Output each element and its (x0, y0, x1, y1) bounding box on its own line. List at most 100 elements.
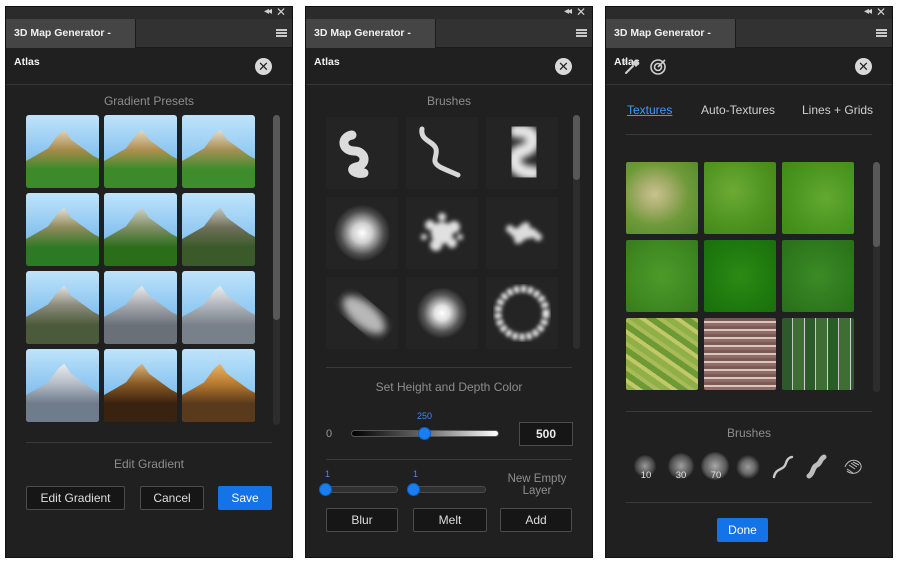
brush-size-30-label: 30 (675, 470, 687, 481)
divider (626, 502, 872, 503)
eyedropper-icon[interactable]: E (623, 58, 641, 76)
texture-city[interactable] (704, 318, 776, 390)
scrollbar[interactable] (273, 115, 280, 425)
brush-curve-thick[interactable] (804, 453, 830, 481)
brush-texture[interactable] (839, 453, 867, 481)
tab-bar: 3D Map Generator - Atlas (606, 19, 892, 68)
close-icon[interactable]: ✕ (555, 58, 572, 75)
tab-atlas[interactable]: 3D Map Generator - Atlas (306, 19, 436, 68)
divider (626, 411, 872, 412)
textures-panel: ◂◂ ✕ 3D Map Generator - Atlas E ✕ Textur… (605, 5, 893, 558)
collapse-icon[interactable]: ◂◂ (864, 6, 872, 17)
texture-grass-dry[interactable] (626, 162, 698, 234)
target-icon[interactable] (649, 58, 667, 76)
scrollbar[interactable] (573, 115, 580, 349)
scrollbar[interactable] (873, 162, 880, 392)
gradient-preset-7[interactable] (26, 271, 99, 344)
panel-topbar: ◂◂ ✕ (6, 5, 292, 19)
gradient-preset-4[interactable] (26, 193, 99, 266)
max-value-input[interactable]: 500 (519, 422, 573, 446)
brush-soft-round[interactable] (326, 197, 398, 269)
diagonal-spray-icon (342, 295, 386, 335)
star-soft-icon (416, 287, 468, 339)
edit-gradient-button[interactable]: Edit Gradient (26, 486, 125, 510)
brush-squiggle-thin[interactable] (406, 117, 478, 189)
section-title: Gradient Presets (103, 94, 195, 108)
done-button[interactable]: Done (717, 518, 768, 542)
collapse-icon[interactable]: ◂◂ (564, 6, 572, 17)
panel-header: ✕ (306, 49, 592, 85)
gradient-preset-1[interactable] (26, 115, 99, 188)
tab-lines-grids[interactable]: Lines + Grids (802, 103, 873, 117)
close-icon[interactable]: ✕ (855, 58, 872, 75)
brushes-title: Brushes (726, 426, 772, 440)
svg-text:E: E (624, 59, 628, 66)
brush-size-10-label: 10 (640, 470, 652, 481)
scrollbar-thumb[interactable] (873, 162, 880, 247)
tab-textures[interactable]: Textures (627, 103, 672, 117)
brush-soft[interactable] (736, 455, 760, 479)
tab-atlas[interactable]: 3D Map Generator - Atlas (6, 19, 136, 68)
tab-auto-textures[interactable]: Auto-Textures (701, 103, 775, 117)
gradient-presets-panel: ◂◂ ✕ 3D Map Generator - Atlas ✕ Gradient… (5, 5, 293, 558)
small-slider-1[interactable] (324, 486, 398, 493)
save-button[interactable]: Save (218, 486, 272, 510)
texture-grass-5[interactable] (782, 240, 854, 312)
edit-gradient-label: Edit Gradient (113, 457, 185, 471)
small-slider-1-value: 1 (325, 469, 331, 479)
scrollbar-thumb[interactable] (273, 115, 280, 320)
gradient-preset-2[interactable] (104, 115, 177, 188)
texture-grass-2[interactable] (782, 162, 854, 234)
brush-ring[interactable] (486, 277, 558, 349)
small-slider-1-knob[interactable] (319, 483, 332, 496)
gradient-preset-9[interactable] (182, 271, 255, 344)
brush-curve-thin[interactable] (770, 453, 796, 481)
gradient-preset-6[interactable] (182, 193, 255, 266)
panel-topbar: ◂◂ ✕ (606, 5, 892, 19)
close-icon[interactable]: ✕ (255, 58, 272, 75)
gradient-preset-12[interactable] (182, 349, 255, 422)
brush-diagonal-spray[interactable] (326, 277, 398, 349)
tab-atlas[interactable]: 3D Map Generator - Atlas (606, 19, 736, 68)
cancel-button[interactable]: Cancel (140, 486, 204, 510)
brush-squiggle-thick[interactable] (326, 117, 398, 189)
small-slider-2[interactable] (412, 486, 486, 493)
slider-value-label: 250 (417, 411, 433, 421)
collapse-icon[interactable]: ◂◂ (264, 6, 272, 17)
brush-splatter[interactable] (406, 197, 478, 269)
close-panel-icon[interactable]: ✕ (576, 5, 586, 19)
gradient-preset-11[interactable] (104, 349, 177, 422)
scrollbar-thumb[interactable] (573, 115, 580, 180)
close-panel-icon[interactable]: ✕ (276, 5, 286, 19)
divider (326, 459, 572, 460)
squiggle-soft-icon (506, 123, 541, 180)
soft-round-icon (334, 205, 390, 261)
squiggle-thick-icon (339, 130, 369, 178)
gradient-preset-8[interactable] (104, 271, 177, 344)
gradient-preset-5[interactable] (104, 193, 177, 266)
menu-icon[interactable] (576, 29, 587, 37)
brush-burst[interactable] (486, 197, 558, 269)
small-slider-2-knob[interactable] (407, 483, 420, 496)
menu-icon[interactable] (876, 29, 887, 37)
brush-star-soft[interactable] (406, 277, 478, 349)
melt-button[interactable]: Melt (413, 508, 487, 532)
brush-squiggle-soft[interactable] (486, 117, 558, 189)
texture-fields-grid[interactable] (782, 318, 854, 390)
section-title: Brushes (426, 94, 472, 108)
close-panel-icon[interactable]: ✕ (876, 5, 886, 19)
texture-farmland[interactable] (626, 318, 698, 390)
texture-grass-4[interactable] (704, 240, 776, 312)
gradient-preset-10[interactable] (26, 349, 99, 422)
brush-size-70-label: 70 (710, 470, 722, 481)
height-depth-slider-knob[interactable] (418, 427, 431, 440)
texture-grass-1[interactable] (704, 162, 776, 234)
blur-button[interactable]: Blur (326, 508, 398, 532)
add-button[interactable]: Add (500, 508, 572, 532)
new-empty-layer-label: New Empty Layer (507, 473, 567, 497)
brushes-panel: ◂◂ ✕ 3D Map Generator - Atlas ✕ Brushes (305, 5, 593, 558)
texture-grass-3[interactable] (626, 240, 698, 312)
menu-icon[interactable] (276, 29, 287, 37)
gradient-preset-3[interactable] (182, 115, 255, 188)
tab-bar: 3D Map Generator - Atlas (306, 19, 592, 68)
